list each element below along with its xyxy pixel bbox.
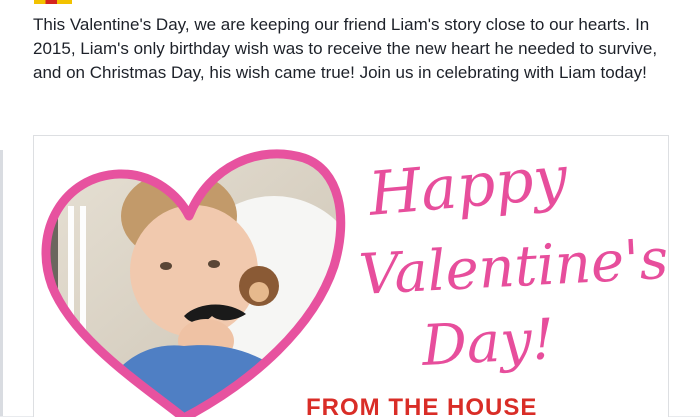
facebook-post: This Valentine's Day, we are keeping our… [0, 0, 700, 417]
flag-icon [34, 0, 72, 4]
card-heading-day: Day! [420, 307, 556, 379]
card-footer-text: FROM THE HOUSE [306, 394, 538, 417]
post-image[interactable]: Happy Valentine's Day! FROM THE HOUSE [33, 135, 669, 417]
feed-divider [0, 150, 3, 416]
post-text: This Valentine's Day, we are keeping our… [33, 15, 658, 82]
